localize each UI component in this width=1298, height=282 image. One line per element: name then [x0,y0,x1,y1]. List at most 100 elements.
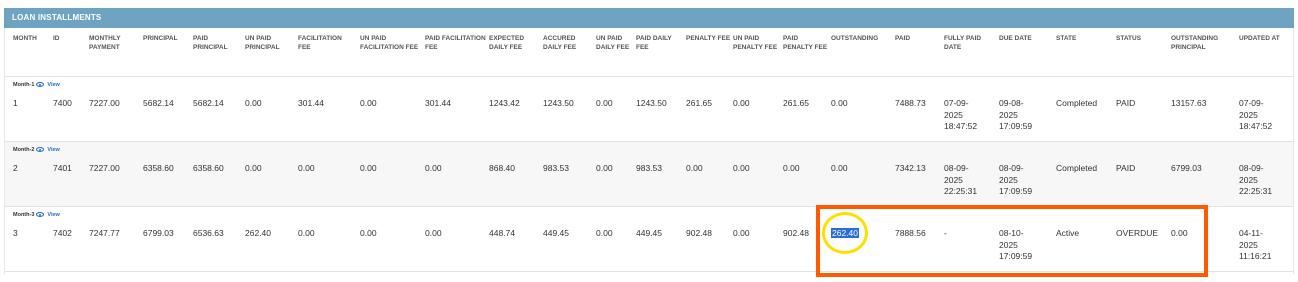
cell-paid-facilitation-fee: 0.00 [425,228,442,238]
cell-month: 2 [13,163,18,173]
cell-month: 3 [13,228,18,238]
cell-un-paid-daily-fee: 0.00 [596,228,613,238]
column-header-status: STATUS [1116,35,1142,42]
panel-header: LOAN INSTALLMENTS [4,8,1294,28]
view-link[interactable]: View [47,212,59,218]
cell-principal: 6358.60 [143,163,174,173]
cell-un-paid-penalty-fee: 0.00 [733,163,750,173]
cell-fully-paid-date: 07-09- 2025 18:47:52 [944,98,978,131]
column-header-paid-penalty-fee: PAID PENALTY FEE [783,35,828,51]
cell-un-paid-penalty-fee: 0.00 [733,98,750,108]
cell-un-paid-daily-fee: 0.00 [596,98,613,108]
cell-facilitation-fee: 0.00 [298,228,315,238]
cell-paid-penalty-fee: 261.65 [783,98,809,108]
cell-paid-facilitation-fee: 0.00 [425,163,442,173]
cell-penalty-fee: 261.65 [686,98,712,108]
cell-un-paid-daily-fee: 0.00 [596,163,613,173]
column-header-paid: PAID [895,35,911,42]
cell-due-date: 09-08- 2025 17:09:59 [999,98,1033,131]
cell-penalty-fee: 902.48 [686,228,712,238]
cell-paid-principal: 6358.60 [193,163,224,173]
cell-outstanding: 0.00 [831,163,848,173]
eye-icon[interactable] [36,147,45,153]
cell-principal: 5682.14 [143,98,174,108]
cell-paid-penalty-fee: 0.00 [783,163,800,173]
cell-id: 7402 [53,228,72,238]
cell-updated-at: 07-09- 2025 18:47:52 [1239,98,1273,131]
month-name: Month-3 [13,212,35,218]
cell-facilitation-fee: 301.44 [298,98,324,108]
cell-status: PAID [1116,98,1136,108]
month-label: Month-1 View [13,81,60,89]
cell-paid: 7488.73 [895,98,926,108]
cell-expected-daily-fee: 448.74 [489,228,515,238]
month-label: Month-2 View [13,146,60,154]
cell-un-paid-principal: 0.00 [245,163,262,173]
cell-id: 7401 [53,163,72,173]
column-header-principal: PRINCIPAL [143,35,178,42]
cell-fully-paid-date: 08-09- 2025 22:25:31 [944,163,978,196]
row-divider [5,76,1293,77]
cell-accured-daily-fee: 1243.50 [543,98,574,108]
view-link[interactable]: View [47,82,59,88]
column-header-paid-facilitation-fee: PAID FACILITATION FEE [425,35,486,51]
column-header-id: ID [53,35,60,42]
cell-expected-daily-fee: 1243.42 [489,98,520,108]
cell-accured-daily-fee: 983.53 [543,163,569,173]
column-header-un-paid-penalty-fee: UN PAID PENALTY FEE [733,35,778,51]
cell-state: Completed [1056,163,1098,173]
cell-outstanding-principal: 13157.63 [1171,98,1207,108]
view-link[interactable]: View [47,147,59,153]
cell-principal: 6799.03 [143,228,174,238]
column-header-state: STATE [1056,35,1077,42]
eye-icon[interactable] [36,212,45,218]
cell-updated-at: 04-11- 2025 11:16:21 [1239,228,1272,261]
cell-paid-daily-fee: 1243.50 [636,98,667,108]
column-header-paid-daily-fee: PAID DAILY FEE [636,35,672,51]
column-header-un-paid-principal: UN PAID PRINCIPAL [245,35,280,51]
cell-un-paid-facilitation-fee: 0.00 [360,163,377,173]
cell-un-paid-facilitation-fee: 0.00 [360,98,377,108]
cell-status: PAID [1116,163,1136,173]
column-header-facilitation-fee: FACILITATION FEE [298,35,342,51]
eye-icon[interactable] [36,82,45,88]
column-header-outstanding-principal: OUTSTANDING PRINCIPAL [1171,35,1219,51]
cell-expected-daily-fee: 868.40 [489,163,515,173]
cell-outstanding: 0.00 [831,98,848,108]
cell-un-paid-penalty-fee: 0.00 [733,228,750,238]
cell-paid-principal: 6536.63 [193,228,224,238]
cell-accured-daily-fee: 449.45 [543,228,569,238]
cell-monthly-payment: 7227.00 [89,163,120,173]
cell-paid-principal: 5682.14 [193,98,224,108]
cell-month: 1 [13,98,18,108]
cell-id: 7400 [53,98,72,108]
panel-title: LOAN INSTALLMENTS [12,13,102,22]
cell-paid-daily-fee: 449.45 [636,228,662,238]
cell-outstanding-principal: 6799.03 [1171,163,1202,173]
column-header-fully-paid-date: FULLY PAID DATE [944,35,982,51]
column-header-un-paid-daily-fee: UN PAID DAILY FEE [596,35,630,51]
cell-updated-at: 08-09- 2025 22:25:31 [1239,163,1273,196]
cell-un-paid-principal: 262.40 [245,228,271,238]
cell-facilitation-fee: 0.00 [298,163,315,173]
cell-monthly-payment: 7227.00 [89,98,120,108]
cell-due-date: 08-09- 2025 17:09:59 [999,163,1033,196]
column-header-monthly-payment: MONTHLY PAYMENT [89,35,121,51]
cell-monthly-payment: 7247.77 [89,228,120,238]
month-name: Month-2 [13,147,35,153]
column-header-updated-at: UPDATED AT [1239,35,1280,42]
column-header-outstanding: OUTSTANDING [831,35,879,42]
cell-penalty-fee: 0.00 [686,163,703,173]
cell-un-paid-facilitation-fee: 0.00 [360,228,377,238]
column-header-un-paid-facilitation-fee: UN PAID FACILITATION FEE [360,35,419,51]
cell-state: Completed [1056,98,1098,108]
month-name: Month-1 [13,82,35,88]
row-divider [5,141,1293,142]
cell-paid-daily-fee: 983.53 [636,163,662,173]
annotation-box [816,205,1208,277]
cell-un-paid-principal: 0.00 [245,98,262,108]
cell-paid-facilitation-fee: 301.44 [425,98,451,108]
cell-paid: 7342.13 [895,163,926,173]
month-label: Month-3 View [13,211,60,219]
column-header-month: MONTH [13,35,37,42]
